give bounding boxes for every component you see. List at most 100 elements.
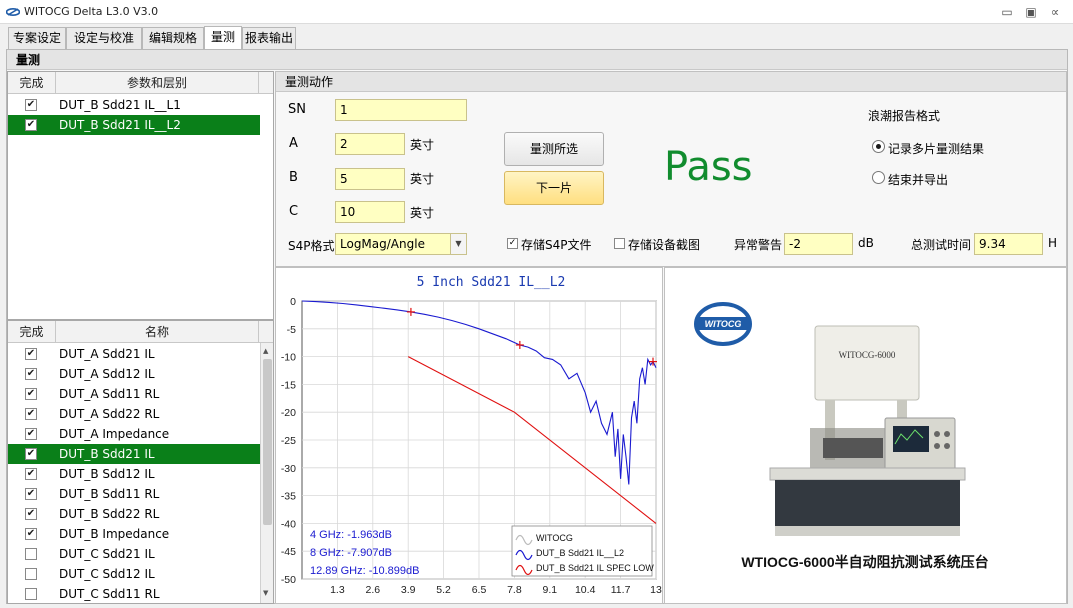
table-row[interactable]: DUT_C Sdd21 IL	[8, 544, 260, 564]
report-format-label: 浪潮报告格式	[868, 109, 941, 123]
row-label: DUT_A Sdd22 RL	[59, 407, 160, 421]
table-row[interactable]: ✔ DUT_A Sdd12 IL	[8, 364, 260, 384]
tab-project-settings[interactable]: 专案设定	[8, 27, 66, 49]
y-tick-label: -40	[281, 518, 296, 530]
row-label: DUT_B Sdd12 IL	[59, 467, 155, 481]
column-header-param[interactable]: 参数和层别	[56, 72, 259, 94]
measure-action-panel: 量测动作 SN 1 A 2 英寸 B 5 英寸 C 10 英寸 S4P格式 Lo…	[275, 71, 1067, 267]
table-row[interactable]: ✔ DUT_B Sdd12 IL	[8, 464, 260, 484]
column-header-done[interactable]: 完成	[8, 321, 56, 343]
tab-report-output[interactable]: 报表输出	[242, 27, 296, 49]
save-screenshot-checkbox[interactable]	[614, 238, 625, 249]
table-row[interactable]: ✔ DUT_A Sdd21 IL	[8, 344, 260, 364]
row-checkbox[interactable]: ✔	[25, 488, 37, 500]
scroll-down-icon[interactable]: ▼	[263, 589, 268, 597]
row-checkbox[interactable]	[25, 548, 37, 560]
table-row[interactable]: DUT_C Sdd12 IL	[8, 564, 260, 584]
radio-record-multi[interactable]	[872, 140, 885, 153]
name-grid-header: 完成 名称	[8, 321, 273, 343]
table-row[interactable]: ✔ DUT_B Sdd21 IL__L2	[8, 115, 260, 135]
row-checkbox[interactable]: ✔	[25, 448, 37, 460]
next-piece-button[interactable]: 下一片	[504, 171, 604, 205]
x-tick-label: 10.4	[575, 584, 596, 596]
row-checkbox[interactable]: ✔	[25, 348, 37, 360]
table-row[interactable]: ✔ DUT_B Sdd22 RL	[8, 504, 260, 524]
total-time-input[interactable]: 9.34	[974, 233, 1043, 255]
restore-icon[interactable]: ▣	[1022, 3, 1040, 21]
b-label: B	[289, 170, 298, 185]
tab-measure[interactable]: 量测	[204, 26, 242, 50]
annotation-text: 12.89 GHz: -10.899dB	[310, 565, 419, 577]
svg-text:WITOCG: WITOCG	[705, 319, 742, 329]
save-s4p-label: 存储S4P文件	[521, 238, 592, 252]
y-tick-label: -10	[281, 352, 296, 364]
radio-selected-dot	[876, 144, 881, 149]
column-header-done[interactable]: 完成	[8, 72, 56, 94]
row-checkbox[interactable]: ✔	[25, 528, 37, 540]
b-input[interactable]: 5	[335, 168, 405, 190]
table-row[interactable]: ✔ DUT_B Sdd21 IL__L1	[8, 95, 260, 115]
row-checkbox[interactable]: ✔	[25, 368, 37, 380]
column-header-name[interactable]: 名称	[56, 321, 259, 343]
y-tick-label: -15	[281, 379, 296, 391]
row-checkbox[interactable]: ✔	[25, 119, 37, 131]
y-tick-label: -5	[287, 324, 296, 336]
row-checkbox[interactable]: ✔	[25, 508, 37, 520]
minimize-icon[interactable]: ▭	[998, 3, 1016, 21]
row-checkbox[interactable]: ✔	[25, 388, 37, 400]
x-tick-label: 11.7	[611, 584, 631, 596]
row-checkbox[interactable]: ✔	[25, 99, 37, 111]
x-tick-label: 9.1	[542, 584, 557, 596]
legend-label: DUT_B Sdd21 IL__L2	[536, 548, 624, 558]
y-tick-label: -50	[281, 574, 296, 586]
name-grid-scrollbar[interactable]: ▲ ▼	[260, 343, 273, 603]
y-tick-label: -35	[281, 491, 296, 503]
row-label: DUT_B Sdd11 RL	[59, 487, 160, 501]
s4p-format-select[interactable]: LogMag/Angle ▼	[335, 233, 467, 255]
table-row[interactable]: ✔ DUT_B Sdd21 IL	[8, 444, 260, 464]
table-row[interactable]: DUT_C Sdd11 RL	[8, 584, 260, 603]
row-checkbox[interactable]: ✔	[25, 428, 37, 440]
name-grid: 完成 名称 ✔ DUT_A Sdd21 IL ✔ DUT_A Sdd12 IL ✔ DUT…	[7, 320, 274, 604]
sn-label: SN	[288, 102, 306, 117]
row-checkbox[interactable]: ✔	[25, 468, 37, 480]
table-row[interactable]: ✔ DUT_B Impedance	[8, 524, 260, 544]
section-title: 量测	[7, 50, 1067, 70]
witocg-logo-icon: WITOCG	[694, 302, 752, 346]
c-label: C	[289, 204, 299, 219]
y-tick-label: -20	[281, 407, 296, 419]
sn-input[interactable]: 1	[335, 99, 467, 121]
app-logo-icon	[6, 8, 20, 16]
scroll-thumb[interactable]	[263, 359, 272, 525]
table-row[interactable]: ✔ DUT_A Sdd22 RL	[8, 404, 260, 424]
close-icon[interactable]: ∝	[1046, 3, 1064, 21]
row-label: DUT_A Sdd12 IL	[59, 367, 155, 381]
radio-finish-export[interactable]	[872, 171, 885, 184]
row-label: DUT_B Impedance	[59, 527, 170, 541]
y-tick-label: -45	[281, 546, 296, 558]
chart-svg[interactable]: 5 Inch Sdd21 IL__L2 1.3 2.6 3.9 5.2 6.5 7.8 9.1…	[276, 268, 662, 603]
row-checkbox[interactable]: ✔	[25, 408, 37, 420]
measure-selected-button[interactable]: 量测所选	[504, 132, 604, 166]
a-input[interactable]: 2	[335, 133, 405, 155]
table-row[interactable]: ✔ DUT_A Sdd11 RL	[8, 384, 260, 404]
row-label: DUT_B Sdd21 IL__L1	[59, 98, 181, 112]
row-checkbox[interactable]	[25, 588, 37, 600]
y-tick-label: 0	[290, 296, 296, 308]
table-row[interactable]: ✔ DUT_A Impedance	[8, 424, 260, 444]
row-label: DUT_C Sdd12 IL	[59, 567, 155, 581]
window-title: WITOCG Delta L3.0 V3.0	[24, 5, 159, 18]
tab-setup-calibration[interactable]: 设定与校准	[66, 27, 142, 49]
legend-label: WITOCG	[536, 533, 573, 543]
scroll-up-icon[interactable]: ▲	[263, 347, 268, 355]
a-label: A	[289, 136, 298, 151]
row-checkbox[interactable]	[25, 568, 37, 580]
save-s4p-checkbox[interactable]: ✓	[507, 238, 518, 249]
measure-action-title: 量测动作	[276, 72, 1066, 92]
c-input[interactable]: 10	[335, 201, 405, 223]
table-row[interactable]: ✔ DUT_B Sdd11 RL	[8, 484, 260, 504]
tab-edit-spec[interactable]: 编辑规格	[142, 27, 204, 49]
alarm-input[interactable]: -2	[784, 233, 853, 255]
save-screenshot-label: 存储设备截图	[628, 238, 701, 252]
chart-title: 5 Inch Sdd21 IL__L2	[417, 275, 566, 290]
